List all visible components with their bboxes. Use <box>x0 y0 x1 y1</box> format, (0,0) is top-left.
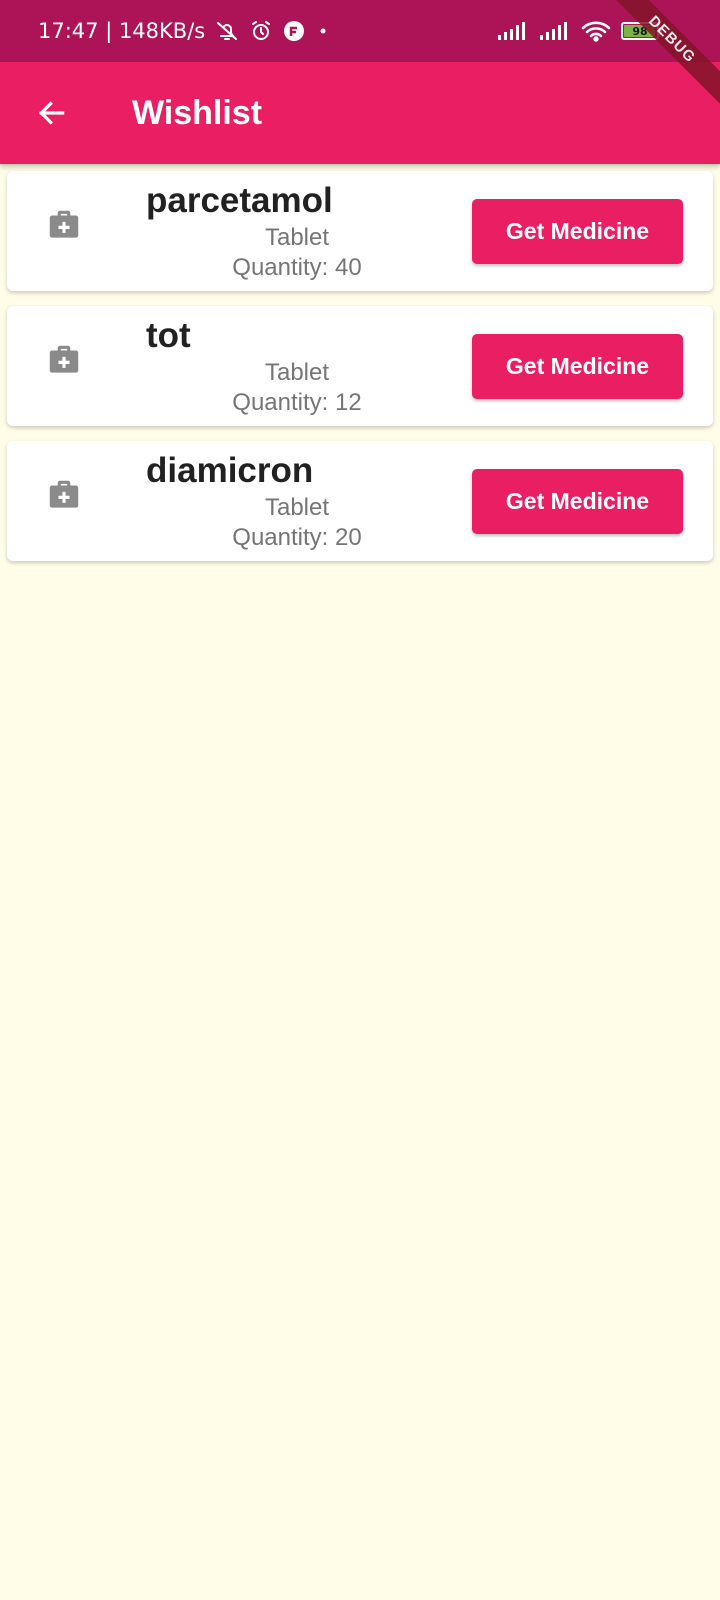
battery-tip <box>659 27 662 35</box>
get-medicine-button[interactable]: Get Medicine <box>472 334 683 399</box>
medical-bag-icon <box>45 341 83 379</box>
alarm-icon <box>249 19 273 43</box>
signal-icon-2 <box>539 21 571 41</box>
wifi-icon <box>581 20 611 42</box>
medicine-quantity: Quantity: 20 <box>232 524 362 551</box>
status-left: 17:47 | 148KB/s <box>38 19 331 43</box>
battery-level: 98 <box>632 24 648 38</box>
battery-body: 98 <box>621 22 659 40</box>
battery-icon: 98 <box>621 22 662 40</box>
status-bar: 17:47 | 148KB/s 98 <box>0 0 720 62</box>
medicine-quantity: Quantity: 40 <box>232 254 362 281</box>
dot-icon <box>315 23 331 39</box>
status-right: 98 <box>497 20 662 42</box>
app-bar: Wishlist <box>0 62 720 164</box>
medicine-quantity: Quantity: 12 <box>232 389 362 416</box>
signal-icon <box>497 21 529 41</box>
status-time: 17:47 | 148KB/s <box>38 19 206 43</box>
medical-bag-icon <box>45 476 83 514</box>
medicine-name: diamicron <box>146 451 314 490</box>
arrow-back-icon <box>39 101 65 125</box>
medicine-type: Tablet <box>264 359 330 386</box>
medicine-type: Tablet <box>264 224 330 251</box>
wishlist-item: tot Tablet Quantity: 12 Get Medicine <box>7 306 713 426</box>
wishlist-item: parcetamol Tablet Quantity: 40 Get Medic… <box>7 171 713 291</box>
get-medicine-button[interactable]: Get Medicine <box>472 469 683 534</box>
medicine-name: tot <box>146 316 191 355</box>
medicine-type: Tablet <box>264 494 330 521</box>
medicine-name: parcetamol <box>146 181 333 220</box>
back-button[interactable] <box>24 85 80 141</box>
wishlist-item: diamicron Tablet Quantity: 20 Get Medici… <box>7 441 713 561</box>
dnd-bell-off-icon <box>215 19 239 43</box>
page-title: Wishlist <box>132 93 263 132</box>
app-notification-icon <box>283 20 305 42</box>
get-medicine-button[interactable]: Get Medicine <box>472 199 683 264</box>
medical-bag-icon <box>45 206 83 244</box>
wishlist: parcetamol Tablet Quantity: 40 Get Medic… <box>0 171 720 576</box>
